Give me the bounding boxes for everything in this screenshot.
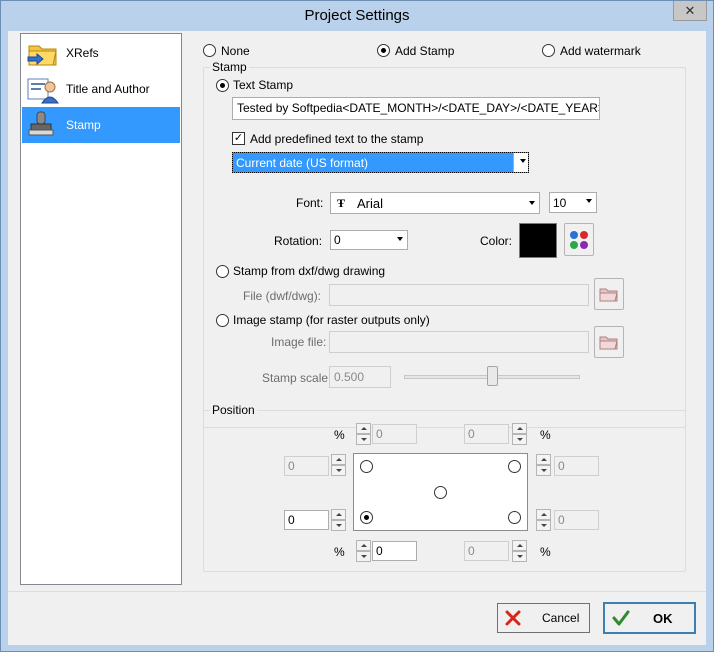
none-label: None <box>221 44 250 58</box>
font-size-select[interactable]: 10 <box>549 192 597 213</box>
cancel-label: Cancel <box>542 611 580 625</box>
percent-label: % <box>334 545 345 559</box>
text-stamp-radio[interactable] <box>216 79 229 92</box>
add-predefined-label: Add predefined text to the stamp <box>250 132 424 146</box>
ok-button[interactable]: OK <box>603 602 696 634</box>
right-top-offset-input[interactable]: 0 <box>554 456 599 476</box>
palette-icon <box>570 230 588 249</box>
rotation-select[interactable]: 0 <box>330 230 408 250</box>
stamp-group-title: Stamp <box>210 60 249 74</box>
sidebar-item-title-author[interactable]: Title and Author <box>22 71 180 107</box>
chevron-down-icon <box>520 159 526 163</box>
image-stamp-label: Image stamp (for raster outputs only) <box>233 313 430 327</box>
sidebar-item-label: Title and Author <box>66 82 150 96</box>
stamp-scale-label: Stamp scale: <box>262 371 332 385</box>
stamp-icon <box>26 109 60 141</box>
position-anchor-panel <box>353 453 528 531</box>
anchor-top-right-radio[interactable] <box>508 460 521 473</box>
close-button[interactable]: ✕ <box>673 1 707 21</box>
bottom-left-spinner[interactable] <box>356 540 371 562</box>
font-size-value: 10 <box>553 196 567 210</box>
stamp-scale-input[interactable]: 0.500 <box>329 366 391 388</box>
settings-sidebar: XRefs Title and Author Stamp <box>20 33 182 585</box>
font-label: Font: <box>296 196 324 210</box>
title-bar: Project Settings ✕ <box>1 1 713 31</box>
add-stamp-label: Add Stamp <box>395 44 455 58</box>
sidebar-item-label: XRefs <box>66 46 99 60</box>
chevron-down-icon <box>586 199 592 203</box>
right-top-spinner[interactable] <box>536 454 551 476</box>
sidebar-item-label: Stamp <box>66 118 101 132</box>
top-left-spinner[interactable] <box>356 423 371 445</box>
open-folder-icon <box>599 288 618 302</box>
browse-dwg-button[interactable] <box>594 278 624 310</box>
open-folder-icon <box>599 336 618 350</box>
left-bottom-offset-input[interactable]: 0 <box>284 510 329 530</box>
top-left-offset-input[interactable]: 0 <box>372 424 417 444</box>
image-file-input[interactable] <box>329 331 589 353</box>
add-watermark-radio[interactable] <box>542 44 555 57</box>
position-group-title: Position <box>210 403 257 417</box>
font-select[interactable]: Ŧ Arial <box>330 192 540 214</box>
font-value: Arial <box>357 196 384 211</box>
file-label: File (dwf/dwg): <box>243 289 322 303</box>
dwg-file-input[interactable] <box>329 284 589 306</box>
project-settings-window: Project Settings ✕ XRefs Title and Autho… <box>0 0 714 652</box>
right-bottom-spinner[interactable] <box>536 509 551 531</box>
chevron-down-icon <box>529 201 535 205</box>
image-stamp-radio[interactable] <box>216 314 229 327</box>
footer-separator <box>8 591 706 592</box>
left-top-spinner[interactable] <box>331 454 346 476</box>
truetype-icon: Ŧ <box>337 196 346 210</box>
browse-image-button[interactable] <box>594 326 624 358</box>
add-predefined-checkbox[interactable]: ✓ <box>232 132 245 145</box>
folder-icon <box>26 37 60 69</box>
text-stamp-label: Text Stamp <box>233 78 294 92</box>
add-stamp-radio[interactable] <box>377 44 390 57</box>
anchor-bottom-right-radio[interactable] <box>508 511 521 524</box>
chevron-down-icon <box>397 237 403 241</box>
dxf-stamp-label: Stamp from dxf/dwg drawing <box>233 264 386 278</box>
predefined-text-value: Current date (US format) <box>236 156 369 170</box>
stamp-scale-slider[interactable] <box>486 366 498 386</box>
bottom-left-offset-input[interactable]: 0 <box>372 541 417 561</box>
anchor-top-left-radio[interactable] <box>360 460 373 473</box>
none-radio[interactable] <box>203 44 216 57</box>
predefined-text-select[interactable]: Current date (US format) <box>232 152 529 173</box>
checkmark-icon <box>612 610 630 626</box>
color-label: Color: <box>480 234 513 248</box>
dialog-client: XRefs Title and Author Stamp None Add St… <box>8 31 706 645</box>
bottom-right-offset-input[interactable]: 0 <box>464 541 509 561</box>
percent-label: % <box>334 428 345 442</box>
anchor-bottom-left-radio[interactable] <box>360 511 373 524</box>
image-file-label: Image file: <box>271 335 327 349</box>
top-right-spinner[interactable] <box>512 423 527 445</box>
color-picker-button[interactable] <box>564 223 594 256</box>
percent-label: % <box>540 545 551 559</box>
left-top-offset-input[interactable]: 0 <box>284 456 329 476</box>
top-right-offset-input[interactable]: 0 <box>464 424 509 444</box>
cancel-x-icon <box>505 610 521 626</box>
sidebar-item-xrefs[interactable]: XRefs <box>22 35 180 71</box>
percent-label: % <box>540 428 551 442</box>
window-title: Project Settings <box>304 7 410 24</box>
dxf-stamp-radio[interactable] <box>216 265 229 278</box>
bottom-right-spinner[interactable] <box>512 540 527 562</box>
user-icon <box>26 73 60 105</box>
color-swatch[interactable] <box>519 223 557 258</box>
left-bottom-spinner[interactable] <box>331 509 346 531</box>
ok-label: OK <box>653 610 673 626</box>
cancel-button[interactable]: Cancel <box>497 603 590 633</box>
anchor-center-radio[interactable] <box>434 486 447 499</box>
add-watermark-label: Add watermark <box>560 44 641 58</box>
sidebar-item-stamp[interactable]: Stamp <box>22 107 180 143</box>
right-bottom-offset-input[interactable]: 0 <box>554 510 599 530</box>
stamp-text-input[interactable]: Tested by Softpedia<DATE_MONTH>/<DATE_DA… <box>232 97 600 120</box>
rotation-value: 0 <box>334 233 341 247</box>
rotation-label: Rotation: <box>274 234 323 248</box>
